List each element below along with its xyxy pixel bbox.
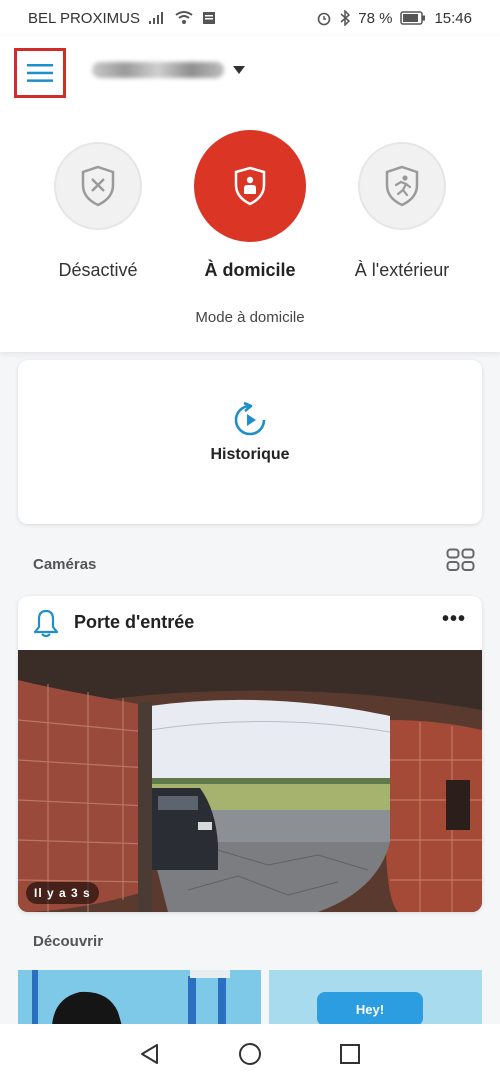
- signal-icon: [148, 12, 163, 24]
- hey-bubble: Hey!: [317, 992, 423, 1026]
- mode-away-label: À l'extérieur: [354, 260, 450, 280]
- discover-card[interactable]: Hey!: [269, 970, 482, 1026]
- carrier-name: BEL PROXIMUS: [28, 9, 140, 27]
- shield-running-icon: [385, 165, 419, 207]
- clock-time: 15:46: [434, 9, 472, 27]
- mode-off-label: Désactivé: [58, 260, 138, 280]
- history-play-icon: [234, 401, 266, 436]
- camera-card[interactable]: Porte d'entrée ••• Il y a 3 s: [18, 596, 482, 912]
- discover-carousel: Hey!: [18, 970, 482, 1026]
- menu-button[interactable]: [14, 48, 66, 98]
- discover-section-title: Découvrir: [33, 933, 104, 950]
- discover-illustration: [18, 970, 261, 1026]
- history-card[interactable]: Historique: [18, 360, 482, 524]
- grid-view-icon[interactable]: [446, 548, 476, 572]
- cameras-section-title: Caméras: [33, 556, 97, 573]
- battery-icon: [400, 11, 426, 25]
- home-icon[interactable]: [238, 1042, 262, 1066]
- recents-icon[interactable]: [339, 1043, 361, 1065]
- location-name-blurred: [92, 62, 224, 78]
- discover-card[interactable]: [18, 970, 261, 1026]
- current-mode-text: Mode à domicile: [195, 309, 305, 326]
- mode-off-button[interactable]: [54, 142, 142, 230]
- security-header: Désactivé À domicile À l'extérieur Mode …: [0, 36, 500, 352]
- mode-home-label: À domicile: [204, 260, 296, 280]
- more-options-button[interactable]: •••: [442, 608, 466, 631]
- shield-x-icon: [81, 165, 115, 207]
- history-label: Historique: [210, 446, 290, 463]
- wifi-icon: [175, 11, 193, 24]
- location-selector[interactable]: [92, 62, 246, 78]
- bell-icon[interactable]: [32, 608, 60, 638]
- status-bar: BEL PROXIMUS 78 % 15:46: [0, 0, 500, 36]
- camera-card-header: Porte d'entrée •••: [18, 596, 482, 650]
- bluetooth-icon: [340, 10, 351, 26]
- notification-icon: [202, 12, 215, 24]
- hamburger-menu-icon: [27, 64, 53, 82]
- system-nav-bar: [0, 1024, 500, 1083]
- chevron-down-icon: [233, 66, 245, 74]
- back-icon[interactable]: [139, 1043, 161, 1065]
- shield-person-icon: [234, 166, 266, 206]
- mode-away-button[interactable]: [358, 142, 446, 230]
- camera-snapshot[interactable]: [18, 650, 482, 912]
- camera-name: Porte d'entrée: [74, 612, 195, 632]
- snapshot-time-badge: Il y a 3 s: [26, 882, 99, 904]
- alarm-icon: [317, 12, 331, 26]
- battery-percent: 78 %: [358, 9, 393, 27]
- mode-home-button[interactable]: [194, 130, 306, 242]
